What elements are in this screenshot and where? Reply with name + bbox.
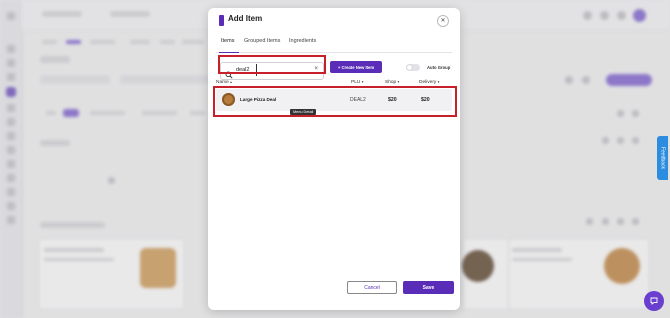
modal-tabs: Items Grouped Items Ingredients (216, 38, 452, 53)
auto-group-toggle[interactable] (406, 64, 420, 71)
chat-icon (650, 297, 658, 305)
column-header-name[interactable]: Name ▴ (216, 80, 232, 85)
close-button[interactable]: ✕ (437, 15, 449, 27)
toggle-knob (407, 65, 412, 70)
column-header-shop[interactable]: Shop ▾ (385, 80, 399, 85)
create-new-item-button[interactable]: + Create New Item (330, 61, 382, 73)
feedback-tab[interactable]: Feedback (657, 136, 668, 180)
column-header-delivery[interactable]: Delivery ▾ (419, 80, 439, 85)
column-header-plu[interactable]: PLU ▾ (351, 80, 363, 85)
tab-ingredients[interactable]: Ingredients (289, 38, 316, 44)
search-highlight-box (218, 55, 326, 74)
close-icon: ✕ (440, 18, 446, 24)
save-button[interactable]: Save (403, 281, 454, 294)
add-item-modal: Add Item ✕ Items Grouped Items Ingredien… (208, 8, 460, 310)
modal-title: Add Item (228, 14, 263, 23)
tab-grouped-items[interactable]: Grouped Items (244, 38, 280, 44)
modal-header: Add Item ✕ (208, 8, 460, 32)
feedback-label: Feedback (659, 147, 666, 169)
chat-button[interactable] (644, 291, 664, 311)
cancel-button[interactable]: Cancel (347, 281, 397, 294)
active-tab-indicator (219, 51, 239, 53)
tab-items[interactable]: Items (221, 38, 234, 44)
title-accent (219, 15, 224, 26)
auto-group-label: Auto Group (427, 65, 451, 70)
row-highlight-box (213, 86, 457, 117)
